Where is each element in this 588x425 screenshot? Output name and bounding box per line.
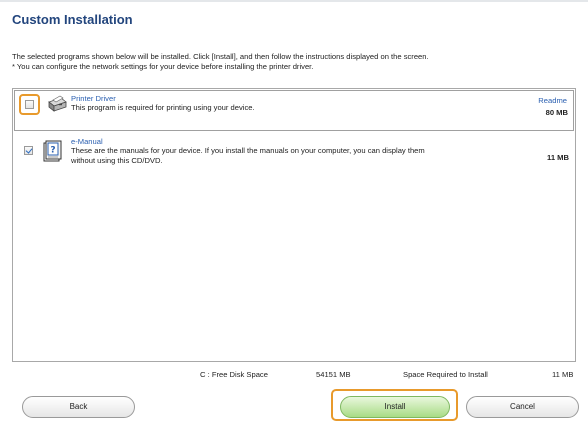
list-item-e-manual[interactable]: ? e-Manual These are the manuals for you…	[13, 137, 575, 187]
printer-driver-size: 80 MB	[545, 108, 568, 117]
page-title: Custom Installation	[12, 12, 133, 27]
printer-driver-checkbox[interactable]	[25, 100, 34, 109]
manual-book-icon: ?	[43, 140, 62, 162]
printer-driver-name[interactable]: Printer Driver	[71, 94, 116, 103]
e-manual-description-line-2: without using this CD/DVD.	[71, 156, 163, 165]
install-button[interactable]: Install	[340, 396, 450, 418]
instructions-line-2: * You can configure the network settings…	[12, 62, 314, 71]
instructions-line-1: The selected programs shown below will b…	[12, 52, 429, 61]
e-manual-size: 11 MB	[547, 153, 569, 162]
program-list[interactable]: Printer Driver This program is required …	[12, 88, 576, 362]
required-space-value: 11 MB	[552, 370, 574, 379]
e-manual-checkbox[interactable]	[24, 146, 33, 155]
svg-text:?: ?	[50, 146, 55, 156]
cancel-button[interactable]: Cancel	[466, 396, 579, 418]
free-disk-value: 54151 MB	[316, 370, 351, 379]
top-divider	[0, 0, 588, 2]
printer-icon	[48, 95, 67, 112]
free-disk-label: C : Free Disk Space	[200, 370, 268, 379]
e-manual-description-line-1: These are the manuals for your device. I…	[71, 146, 425, 155]
readme-link[interactable]: Readme	[538, 96, 567, 105]
instructions: The selected programs shown below will b…	[12, 52, 578, 72]
list-item-printer-driver[interactable]: Printer Driver This program is required …	[14, 90, 574, 131]
required-space-label: Space Required to Install	[403, 370, 488, 379]
back-button[interactable]: Back	[22, 396, 135, 418]
e-manual-description: These are the manuals for your device. I…	[71, 146, 425, 166]
printer-driver-description: This program is required for printing us…	[71, 103, 255, 112]
e-manual-name[interactable]: e-Manual	[71, 137, 103, 146]
